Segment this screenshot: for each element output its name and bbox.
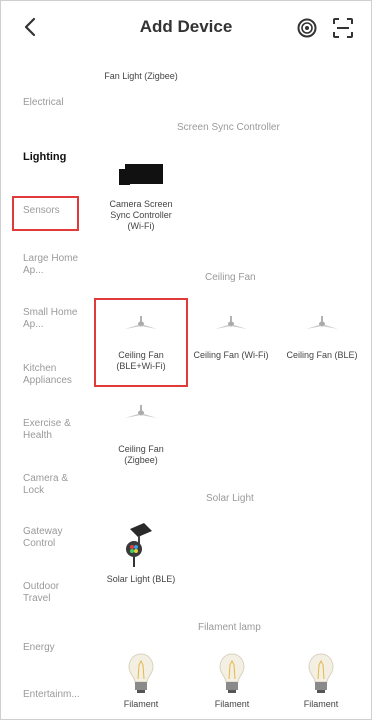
sidebar-item-camera-lock[interactable]: Camera & Lock xyxy=(23,473,75,497)
sidebar-item-lighting[interactable]: Lighting xyxy=(23,151,91,163)
section-title-screen-sync: Screen Sync Controller xyxy=(177,122,280,133)
header-bar: Add Device xyxy=(1,1,371,57)
sidebar-item-entertainment[interactable]: Entertainm... xyxy=(23,689,91,701)
sidebar-item-sensors[interactable]: Sensors xyxy=(23,205,91,217)
device-item-ceiling-fan-zigbee[interactable]: Ceiling Fan (Zigbee) xyxy=(101,444,181,466)
section-title-filament-lamp: Filament lamp xyxy=(198,622,261,633)
app-screen: Add Device Electrical Lighting Sensors L… xyxy=(0,0,372,720)
sidebar-item-large-home-appliances[interactable]: Large Home Ap... xyxy=(23,253,85,277)
device-item-ceiling-fan-wifi[interactable]: Ceiling Fan (Wi-Fi) xyxy=(191,350,271,361)
device-item-solar-light-ble[interactable]: Solar Light (BLE) xyxy=(101,574,181,585)
sidebar-item-outdoor-travel[interactable]: Outdoor Travel xyxy=(23,581,75,605)
device-item-filament[interactable]: Filament xyxy=(281,699,361,710)
sidebar-item-gateway-control[interactable]: Gateway Control xyxy=(23,526,75,550)
ceiling-fan-icon xyxy=(304,316,340,332)
sidebar-item-electrical[interactable]: Electrical xyxy=(23,97,91,109)
device-item-filament[interactable]: Filament xyxy=(192,699,272,710)
sidebar-item-energy[interactable]: Energy xyxy=(23,642,91,654)
device-item-fan-light-zigbee[interactable]: Fan Light (Zigbee) xyxy=(101,71,181,82)
ceiling-fan-icon xyxy=(123,316,159,332)
solar-light-icon xyxy=(122,523,152,567)
filament-bulb-icon xyxy=(308,653,334,693)
device-item-camera-screen-sync[interactable]: Camera Screen Sync Controller (Wi-Fi) xyxy=(101,199,181,232)
filament-bulb-icon xyxy=(219,653,245,693)
ceiling-fan-icon xyxy=(123,405,159,421)
selected-device-highlight xyxy=(94,298,188,387)
target-icon[interactable] xyxy=(297,18,317,38)
screen-sync-controller-icon xyxy=(119,163,163,187)
scan-icon[interactable] xyxy=(332,17,354,39)
sidebar-item-small-home-appliances[interactable]: Small Home Ap... xyxy=(23,307,85,331)
device-item-ceiling-fan-ble-wifi[interactable]: Ceiling Fan (BLE+Wi-Fi) xyxy=(101,350,181,372)
sidebar-item-exercise-health[interactable]: Exercise & Health xyxy=(23,418,79,442)
section-title-ceiling-fan: Ceiling Fan xyxy=(205,272,256,283)
filament-bulb-icon xyxy=(128,653,154,693)
section-title-solar-light: Solar Light xyxy=(206,493,254,504)
ceiling-fan-icon xyxy=(213,316,249,332)
sidebar-item-kitchen-appliances[interactable]: Kitchen Appliances xyxy=(23,363,85,387)
device-item-ceiling-fan-ble[interactable]: Ceiling Fan (BLE) xyxy=(282,350,362,361)
device-item-filament[interactable]: Filament xyxy=(101,699,181,710)
category-sidebar: Electrical Lighting Sensors Large Home A… xyxy=(1,57,91,719)
